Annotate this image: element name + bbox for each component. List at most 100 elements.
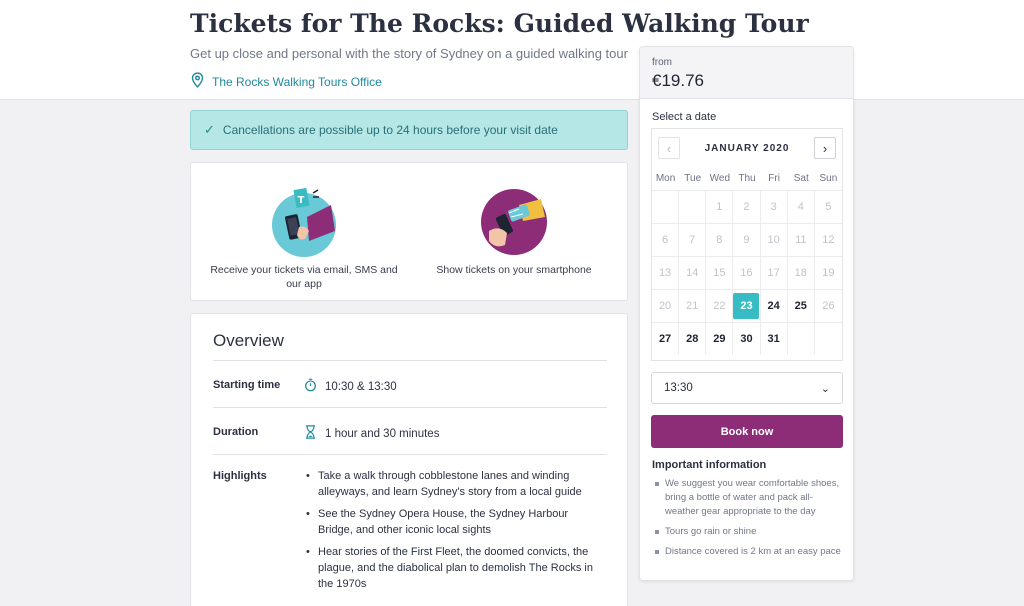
info-item: We suggest you wear comfortable shoes, b… — [652, 477, 844, 519]
calendar-day: 17 — [760, 256, 788, 289]
calendar-day-number: 23 — [733, 293, 760, 319]
duration-value: 1 hour and 30 minutes — [304, 425, 439, 442]
calendar-day-number: 10 — [767, 234, 780, 246]
important-info-list: We suggest you wear comfortable shoes, b… — [652, 477, 844, 565]
calendar-day: 9 — [733, 223, 761, 256]
calendar-day: 8 — [706, 223, 734, 256]
calendar-day-number: 7 — [689, 234, 696, 246]
highlight-item: Take a walk through cobblestone lanes an… — [304, 468, 604, 500]
calendar-day-number: 22 — [713, 300, 726, 312]
weekday-label: Sun — [819, 173, 838, 184]
calendar-day-number: 4 — [797, 201, 804, 213]
calendar-day: 6 — [652, 223, 680, 256]
chevron-down-icon: ⌄ — [820, 382, 830, 395]
delivery-item-label: Show tickets on your smartphone — [436, 264, 592, 276]
cancellation-notice: ✓ Cancellations are possible up to 24 ho… — [190, 110, 628, 150]
page-title: Tickets for The Rocks: Guided Walking To… — [190, 9, 809, 38]
highlight-item: See the Sydney Opera House, the Sydney H… — [304, 506, 604, 538]
calendar-day-number: 2 — [743, 201, 750, 213]
calendar-day: 26 — [814, 289, 842, 322]
calendar-day[interactable]: 28 — [679, 322, 707, 355]
calendar-day: 22 — [706, 289, 734, 322]
calendar-day: 16 — [733, 256, 761, 289]
time-select-value: 13:30 — [664, 382, 693, 394]
calendar-day-number: 31 — [767, 333, 780, 345]
calendar-next-button[interactable]: › — [814, 137, 836, 159]
location-link[interactable]: The Rocks Walking Tours Office — [190, 72, 382, 91]
book-now-button[interactable]: Book now — [651, 415, 843, 448]
divider — [213, 360, 607, 361]
calendar-day-number: 13 — [658, 267, 672, 279]
price-header: from €19.76 — [640, 47, 853, 99]
calendar-day[interactable]: 24 — [760, 289, 788, 322]
location-label: The Rocks Walking Tours Office — [212, 74, 382, 89]
calendar-day-number: 8 — [716, 234, 723, 246]
calendar-day-number: 16 — [740, 267, 753, 279]
calendar-empty-cell — [787, 322, 815, 355]
starting-time-value: 10:30 & 13:30 — [304, 378, 397, 395]
calendar-grid: 1 2 3 4 5 6 7 8 9 10 11 12 13 14 15 16 17 18 19 20 21 22 23 24 2… — [652, 190, 842, 355]
weekday-label: Thu — [738, 173, 756, 184]
calendar-day[interactable]: 30 — [733, 322, 761, 355]
calendar-day-number: 11 — [795, 234, 807, 246]
highlights-list: Take a walk through cobblestone lanes an… — [304, 468, 604, 598]
calendar-day-number: 20 — [658, 300, 672, 312]
calendar-day: 5 — [814, 190, 842, 223]
booking-widget: from €19.76 Select a date ‹ JANUARY 2020… — [639, 46, 854, 581]
calendar-day-number: 12 — [822, 234, 835, 246]
date-calendar: ‹ JANUARY 2020 › Mon Tue Wed Thu Fri Sat… — [651, 128, 843, 361]
calendar-day: 18 — [787, 256, 815, 289]
delivery-item-email: T Receive your tickets via email, SMS an… — [204, 173, 404, 291]
svg-text:T: T — [298, 195, 305, 206]
calendar-day[interactable]: 31 — [760, 322, 788, 355]
smartphone-scan-illustration — [479, 187, 549, 257]
divider — [213, 407, 607, 408]
price-from-label: from — [652, 57, 672, 68]
info-item: Tours go rain or shine — [652, 525, 844, 539]
divider — [213, 454, 607, 455]
calendar-weekdays: Mon Tue Wed Thu Fri Sat Sun — [652, 173, 842, 184]
calendar-day: 19 — [814, 256, 842, 289]
weekday-label: Mon — [655, 173, 676, 184]
weekday-label: Wed — [709, 173, 731, 184]
chevron-right-icon: › — [822, 140, 828, 156]
calendar-day[interactable]: 29 — [706, 322, 734, 355]
calendar-empty-cell — [652, 190, 680, 223]
calendar-day: 21 — [679, 289, 707, 322]
calendar-day[interactable]: 23 — [733, 289, 761, 322]
price-value: €19.76 — [652, 71, 704, 90]
calendar-day: 1 — [706, 190, 734, 223]
time-select[interactable]: 13:30 ⌄ — [651, 372, 843, 404]
calendar-day[interactable]: 27 — [652, 322, 680, 355]
highlights-label: Highlights — [213, 470, 267, 482]
overview-card: Overview Starting time 10:30 & 13:30 Dur… — [190, 313, 628, 606]
page-subtitle: Get up close and personal with the story… — [190, 46, 628, 61]
calendar-day-number: 9 — [743, 234, 750, 246]
calendar-day-number: 24 — [767, 300, 780, 312]
info-item: Distance covered is 2 km at an easy pace — [652, 545, 844, 559]
calendar-day-number: 1 — [716, 201, 723, 213]
calendar-day-number: 14 — [686, 267, 699, 279]
check-icon: ✓ — [204, 122, 215, 137]
stopwatch-icon — [304, 378, 317, 395]
calendar-day-number: 29 — [713, 333, 726, 345]
highlight-item: Hear stories of the First Fleet, the doo… — [304, 544, 604, 592]
map-pin-icon — [190, 72, 205, 91]
calendar-day-number: 3 — [770, 201, 777, 213]
duration-label: Duration — [213, 426, 259, 438]
calendar-day-number: 17 — [767, 267, 780, 279]
calendar-day: 20 — [652, 289, 680, 322]
calendar-day-number: 30 — [740, 333, 753, 345]
calendar-day-number: 27 — [658, 333, 672, 345]
phone-ticket-illustration: T — [269, 187, 339, 257]
calendar-day-number: 15 — [713, 267, 726, 279]
calendar-day[interactable]: 25 — [787, 289, 815, 322]
calendar-day-number: 21 — [686, 300, 699, 312]
calendar-day-number: 26 — [822, 300, 835, 312]
calendar-day-number: 6 — [662, 234, 669, 246]
duration-text: 1 hour and 30 minutes — [325, 427, 440, 440]
calendar-day: 2 — [733, 190, 761, 223]
calendar-day: 10 — [760, 223, 788, 256]
delivery-item-smartphone: Show tickets on your smartphone — [414, 173, 614, 277]
weekday-label: Sat — [793, 173, 809, 184]
